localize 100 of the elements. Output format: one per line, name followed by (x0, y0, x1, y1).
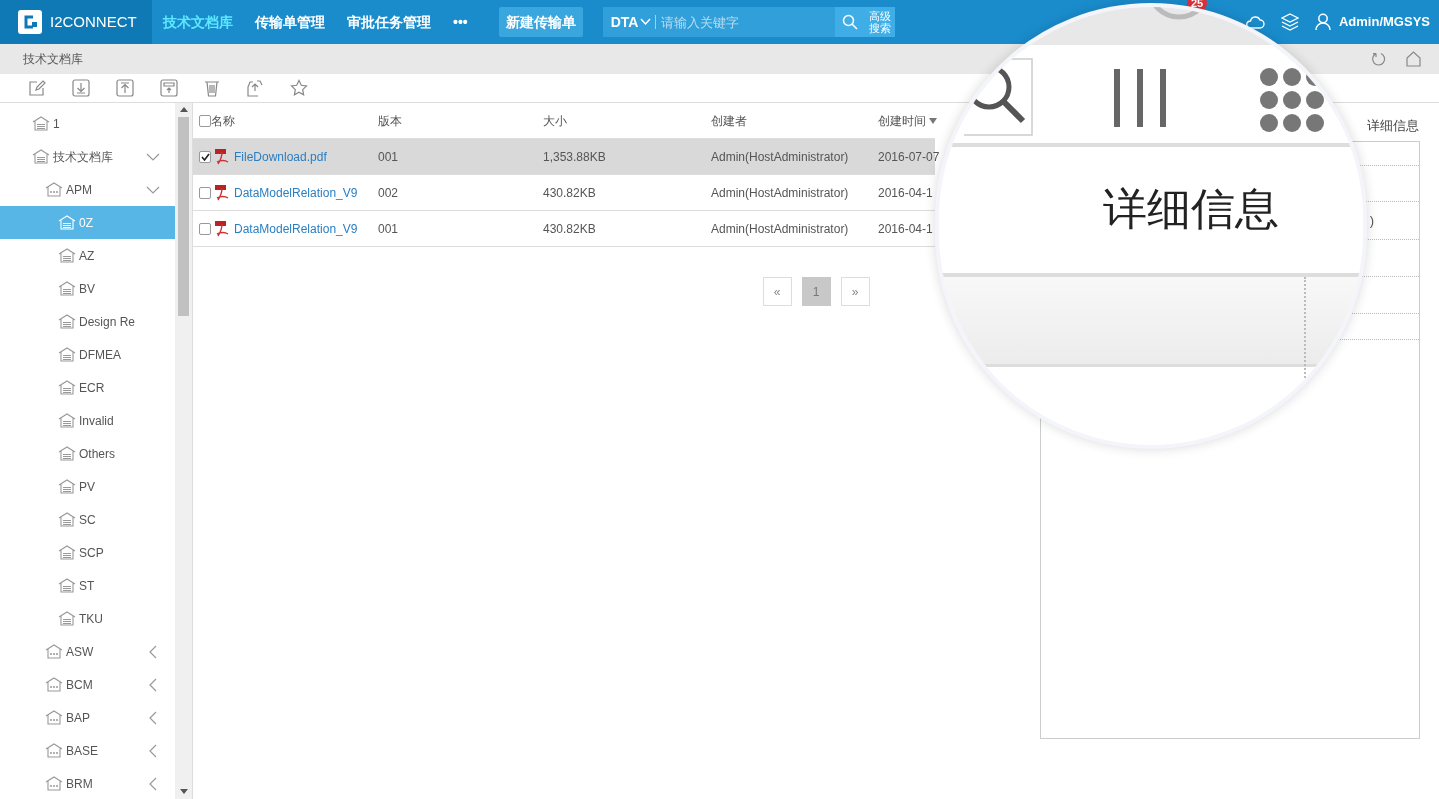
house-icon (58, 512, 76, 527)
table-cell-text: 2016-04-1 (878, 184, 933, 202)
tree-item[interactable]: BCM (0, 668, 176, 701)
checkbox[interactable] (199, 222, 211, 235)
tree-item[interactable]: Design Re (0, 305, 176, 338)
user-icon[interactable] (1315, 13, 1331, 31)
pdf-icon (215, 184, 230, 201)
tree-item[interactable]: BRM (0, 767, 176, 799)
house-icon (45, 182, 63, 197)
house-icon (58, 347, 76, 362)
tree-item[interactable]: SC (0, 503, 176, 536)
table-cell-text: Admin(HostAdministrator) (711, 184, 849, 202)
house-icon (45, 710, 63, 725)
house-icon (58, 545, 76, 560)
tree-item[interactable]: 技术文档库 (0, 140, 176, 173)
column-header[interactable]: 创建者 (711, 111, 747, 130)
scroll-up-icon[interactable] (179, 107, 188, 112)
tree-item[interactable]: AZ (0, 239, 176, 272)
house-icon (58, 215, 76, 230)
house-icon (45, 743, 63, 758)
tree-item[interactable]: BASE (0, 734, 176, 767)
export-icon[interactable] (160, 79, 178, 97)
page-button[interactable]: » (840, 277, 870, 306)
scroll-down-icon[interactable] (179, 789, 188, 794)
checkbox[interactable] (199, 114, 211, 127)
house-icon (58, 413, 76, 428)
breadcrumb[interactable]: 技术文档库 (23, 50, 83, 68)
table-cell-text: Admin(HostAdministrator) (711, 148, 849, 166)
chevron-down-icon (146, 152, 161, 161)
column-header[interactable]: 创建时间 (878, 111, 937, 130)
upload-icon[interactable] (116, 79, 134, 97)
table-cell-text: 1,353.88KB (543, 148, 606, 166)
table-cell-text: 430.82KB (543, 220, 596, 238)
table-cell-text: 001 (378, 220, 399, 238)
download-icon[interactable] (72, 79, 90, 97)
chevron-left-icon (149, 677, 158, 692)
tree-item[interactable]: APM (0, 173, 176, 206)
edit-icon[interactable] (28, 79, 46, 97)
house-icon (58, 281, 76, 296)
tree-item[interactable]: TKU (0, 602, 176, 635)
search-button[interactable] (834, 7, 865, 37)
tree-item[interactable]: BAP (0, 701, 176, 734)
scrollbar[interactable] (175, 103, 192, 799)
share-icon[interactable] (246, 79, 264, 97)
table-cell-text: ) (1369, 211, 1374, 230)
scrollbar-thumb[interactable] (178, 117, 190, 316)
tree-item[interactable]: Invalid (0, 404, 176, 437)
chevron-left-icon (149, 776, 158, 791)
panel-title: 详细信息 (1367, 117, 1419, 136)
column-header[interactable]: 大小 (543, 111, 567, 130)
house-icon (32, 149, 50, 164)
tree-item[interactable]: BV (0, 272, 176, 305)
tree-item[interactable]: DFMEA (0, 338, 176, 371)
magnified-title: 详细信息 (1103, 187, 1279, 231)
chevron-left-icon (149, 743, 158, 758)
house-icon (45, 644, 63, 659)
chevron-down-icon (640, 18, 652, 26)
star-icon[interactable] (290, 79, 308, 97)
logo-text: I2CONNECT (50, 11, 137, 32)
column-header[interactable]: 版本 (378, 111, 402, 130)
nav-tab[interactable]: 审批任务管理 (336, 0, 442, 44)
file-link[interactable]: DataModelRelation_V9 (234, 183, 358, 202)
home-icon[interactable] (1405, 51, 1422, 67)
page-button[interactable]: « (762, 277, 792, 306)
grid-icon (1259, 67, 1325, 133)
search-icon (964, 57, 1034, 137)
house-icon (32, 116, 50, 131)
tree-item[interactable]: Others (0, 437, 176, 470)
logo-icon (18, 10, 42, 34)
house-icon (58, 380, 76, 395)
tree-item[interactable]: PV (0, 470, 176, 503)
nav-tab[interactable]: ••• (442, 0, 479, 44)
house-icon (58, 314, 76, 329)
chevron-left-icon (149, 644, 158, 659)
trash-icon[interactable] (204, 79, 220, 97)
sort-down-icon (929, 117, 937, 124)
tree-item[interactable]: ST (0, 569, 176, 602)
house-icon (58, 611, 76, 626)
table-cell-text: 430.82KB (543, 184, 596, 202)
column-header[interactable]: 名称 (211, 111, 235, 130)
checkbox[interactable] (199, 186, 211, 199)
layers-icon[interactable] (1281, 13, 1299, 31)
table-cell-text: Admin(HostAdministrator) (711, 220, 849, 238)
nav-tab[interactable]: 传输单管理 (244, 0, 336, 44)
chevron-left-icon (149, 710, 158, 725)
chevron-down-icon (146, 185, 161, 194)
house-icon (58, 446, 76, 461)
file-link[interactable]: DataModelRelation_V9 (234, 219, 358, 238)
search-icon (841, 14, 858, 30)
house-icon (58, 248, 76, 263)
house-icon (45, 677, 63, 692)
house-icon (58, 479, 76, 494)
table-cell-text: 002 (378, 184, 399, 202)
tree-item[interactable]: ECR (0, 371, 176, 404)
house-icon (45, 776, 63, 791)
tree-item[interactable]: 1 (0, 107, 176, 140)
search-field[interactable]: 请输入关键字 (656, 7, 835, 37)
checkbox[interactable] (199, 150, 211, 163)
tree-item[interactable]: ASW (0, 635, 176, 668)
tree-item[interactable]: SCP (0, 536, 176, 569)
